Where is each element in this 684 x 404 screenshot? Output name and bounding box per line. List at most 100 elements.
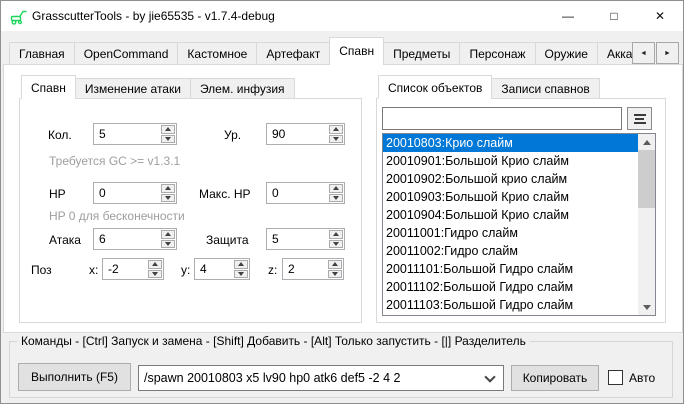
subtab-izmenenie-ataki[interactable]: Изменение атаки [75,78,191,99]
level-label: Ур. [224,128,241,142]
subtab-spisok-obektov[interactable]: Список объектов [378,75,492,99]
def-down-icon[interactable] [329,240,343,249]
subtab-zapisi-spavnov[interactable]: Записи спавнов [491,78,599,99]
pos-y-spinner: 4 [194,258,250,280]
list-item[interactable]: 20010904:Большой Крио слайм [383,206,638,224]
atk-down-icon[interactable] [161,240,175,249]
tab-akkaunt[interactable]: Аккаунт [597,42,633,65]
scroll-down-icon[interactable] [638,299,655,315]
entity-search-input[interactable] [382,107,622,130]
pos-y-input[interactable]: 4 [195,259,233,279]
tab-predmety[interactable]: Предметы [383,42,460,65]
hp-input[interactable]: 0 [94,183,160,203]
app-window: GrasscutterTools - by jie65535 - v1.7.4-… [0,0,684,404]
atk-input[interactable]: 6 [94,229,160,249]
scroll-up-icon[interactable] [638,134,655,150]
tab-personazh[interactable]: Персонаж [459,42,535,65]
list-sub-tab-strip: Список объектов Записи спавнов [378,75,600,99]
list-scrollbar[interactable] [638,134,655,315]
atk-up-icon[interactable] [161,230,175,239]
auto-checkbox[interactable] [608,370,623,385]
maxhp-down-icon[interactable] [329,194,343,203]
list-item[interactable]: 20010902:Большой крио слайм [383,170,638,188]
tab-scroll-right-icon[interactable]: ► [656,42,679,64]
pos-x-input[interactable]: -2 [103,259,147,279]
subtab-elem-infuziya[interactable]: Элем. инфузия [190,78,295,99]
title-bar: GrasscutterTools - by jie65535 - v1.7.4-… [1,1,683,31]
pos-z-down-icon[interactable] [328,270,342,279]
minimize-icon[interactable]: — [545,1,591,31]
level-spinner: 90 [266,123,345,145]
close-icon[interactable]: ✕ [637,1,683,31]
list-item[interactable]: 20010803:Крио слайм [383,134,638,152]
tab-spavn[interactable]: Спавн [329,37,384,65]
list-item[interactable]: 20011101:Большой Гидро слайм [383,260,638,278]
window-title: GrasscutterTools - by jie65535 - v1.7.4-… [32,9,275,23]
def-input[interactable]: 5 [267,229,328,249]
maxhp-spinner: 0 [266,182,345,204]
gc-version-note: Требуется GC >= v1.3.1 [49,154,180,168]
tab-artefakt[interactable]: Артефакт [256,42,330,65]
count-spinner: 5 [93,123,177,145]
list-item[interactable]: 20011001:Гидро слайм [383,224,638,242]
command-combobox[interactable]: /spawn 20010803 x5 lv90 hp0 atk6 def5 -2… [138,365,504,391]
pos-y-label: y: [181,263,190,277]
count-down-icon[interactable] [161,135,175,144]
tab-kastomnoe[interactable]: Кастомное [177,42,257,65]
command-text[interactable]: /spawn 20010803 x5 lv90 hp0 atk6 def5 -2… [139,371,486,385]
maximize-icon[interactable]: □ [591,1,637,31]
search-menu-button[interactable] [627,107,652,130]
copy-button[interactable]: Копировать [511,365,599,391]
pos-x-down-icon[interactable] [148,270,162,279]
list-item[interactable]: 20011002:Гидро слайм [383,242,638,260]
hp-up-icon[interactable] [161,184,175,193]
list-item[interactable]: 20011103:Большой Гидро слайм [383,296,638,314]
hp-label: HP [49,187,66,201]
app-icon [10,8,28,28]
list-item[interactable]: 20010903:Большой Крио слайм [383,188,638,206]
pos-y-down-icon[interactable] [234,270,248,279]
tab-scroll-left-icon[interactable]: ◄ [632,42,655,64]
menu-icon [634,112,646,126]
maxhp-up-icon[interactable] [329,184,343,193]
list-item[interactable]: 20010901:Большой Крио слайм [383,152,638,170]
atk-spinner: 6 [93,228,177,250]
count-input[interactable]: 5 [94,124,160,144]
spawn-sub-tab-strip: Спавн Изменение атаки Элем. инфузия [21,75,295,99]
def-up-icon[interactable] [329,230,343,239]
list-item[interactable]: 20011102:Большой Гидро слайм [383,278,638,296]
chevron-down-icon[interactable] [484,371,495,382]
maxhp-input[interactable]: 0 [267,183,328,203]
entity-listbox: 20010803:Крио слайм 20010901:Большой Кри… [382,133,656,316]
pos-x-up-icon[interactable] [148,260,162,269]
pos-z-input[interactable]: 2 [283,259,327,279]
count-label: Кол. [48,128,72,142]
pos-x-label: x: [89,263,98,277]
level-up-icon[interactable] [329,125,343,134]
window-controls: — □ ✕ [545,1,683,31]
subtab-spavn[interactable]: Спавн [21,75,76,99]
pos-z-spinner: 2 [282,258,344,280]
scrollbar-thumb[interactable] [638,150,655,208]
auto-checkbox-label: Авто [629,371,655,385]
tab-opencommand[interactable]: OpenCommand [74,42,179,65]
pos-z-up-icon[interactable] [328,260,342,269]
pos-y-up-icon[interactable] [234,260,248,269]
pos-z-label: z: [268,263,277,277]
tab-oruzhie[interactable]: Оружие [535,42,598,65]
hp-down-icon[interactable] [161,194,175,203]
hp-spinner: 0 [93,182,177,204]
atk-label: Атака [49,233,81,247]
tab-glavnaya[interactable]: Главная [9,42,75,65]
def-label: Защита [206,233,249,247]
def-spinner: 5 [266,228,345,250]
commands-group-title: Команды - [Ctrl] Запуск и замена - [Shif… [17,334,530,348]
entity-list-items: 20010803:Крио слайм 20010901:Большой Кри… [383,134,638,314]
level-down-icon[interactable] [329,135,343,144]
maxhp-label: Макс. HP [199,187,251,201]
count-up-icon[interactable] [161,125,175,134]
hp-zero-note: HP 0 для бесконечности [49,209,185,223]
run-button[interactable]: Выполнить (F5) [18,363,131,391]
level-input[interactable]: 90 [267,124,328,144]
pos-x-spinner: -2 [102,258,164,280]
